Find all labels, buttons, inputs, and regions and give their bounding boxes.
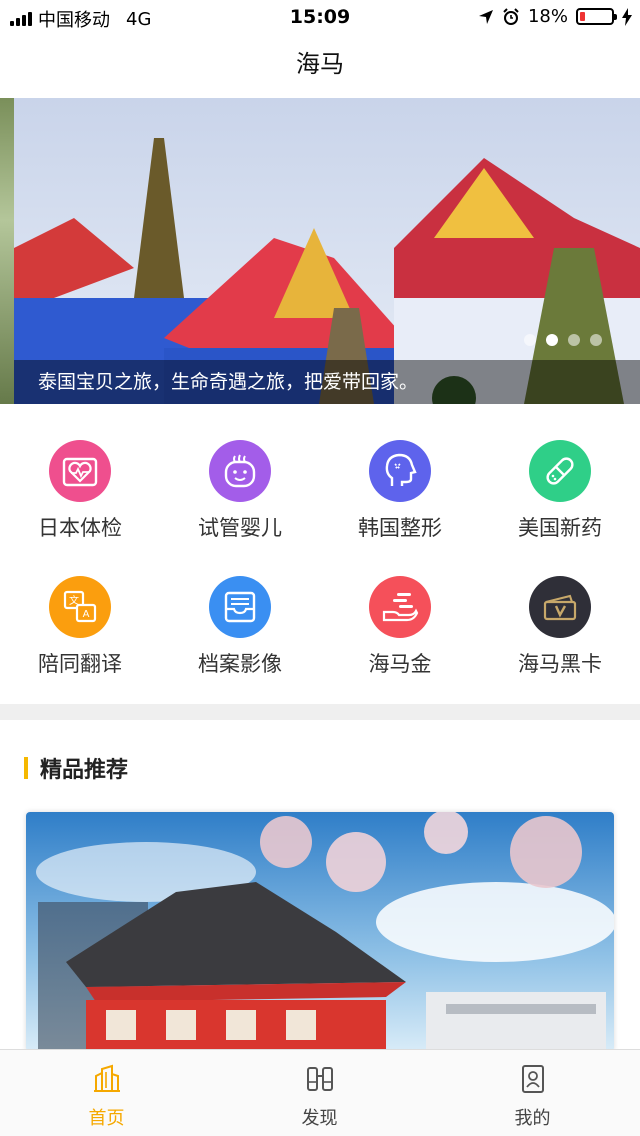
tab-discover[interactable]: 发现 xyxy=(213,1050,426,1136)
battery-level xyxy=(580,12,585,21)
face-profile-icon xyxy=(369,440,431,502)
status-right: 18% xyxy=(478,6,632,27)
recommendation-card[interactable] xyxy=(26,812,614,1052)
section-divider xyxy=(0,704,640,720)
service-label: 陪同翻译 xyxy=(38,652,122,676)
binoculars-icon xyxy=(306,1067,333,1091)
service-label: 档案影像 xyxy=(198,652,282,676)
service-label: 试管婴儿 xyxy=(198,516,282,540)
banner-carousel[interactable]: 泰国宝贝之旅，生命奇遇之旅，把爱带回家。 xyxy=(0,98,640,404)
service-japan-checkup[interactable]: 日本体检 xyxy=(0,420,160,550)
banner-image-thai-temple[interactable] xyxy=(14,98,640,404)
nav-bar: 海马 xyxy=(0,40,640,96)
service-haima-gold[interactable]: 海马金 xyxy=(320,556,480,686)
home-building-icon xyxy=(93,1064,120,1092)
banner-prev-slide-peek xyxy=(0,98,14,404)
carousel-dot[interactable] xyxy=(524,334,536,346)
service-label: 美国新药 xyxy=(518,516,602,540)
section-title: 精品推荐 xyxy=(40,758,129,783)
banner-caption: 泰国宝贝之旅，生命奇遇之旅，把爱带回家。 xyxy=(14,360,640,404)
charging-bolt-icon xyxy=(622,7,632,26)
service-translation[interactable]: 文A 陪同翻译 xyxy=(0,556,160,686)
service-ivf[interactable]: 试管婴儿 xyxy=(160,420,320,550)
battery-percent: 18% xyxy=(527,6,568,27)
service-label: 日本体检 xyxy=(38,516,122,540)
service-black-card[interactable]: 海马黑卡 xyxy=(480,556,640,686)
service-label: 海马黑卡 xyxy=(518,652,602,676)
heart-report-icon xyxy=(49,440,111,502)
pill-icon xyxy=(529,440,591,502)
tab-bar: 首页 发现 我的 xyxy=(0,1049,640,1136)
battery-icon xyxy=(576,8,617,25)
svg-text:文: 文 xyxy=(69,594,79,607)
service-grid: 日本体检 试管婴儿 韩国整形 美国新药 文A 陪同翻译 档案影像 海马金 海马黑… xyxy=(0,420,640,706)
section-header: 精品推荐 xyxy=(24,752,128,784)
translate-icon: 文A xyxy=(49,576,111,638)
tab-label: 我的 xyxy=(514,1108,551,1129)
service-label: 海马金 xyxy=(368,652,432,676)
archive-tray-icon xyxy=(209,576,271,638)
carousel-dot[interactable] xyxy=(590,334,602,346)
carousel-dots xyxy=(524,334,602,346)
tab-label: 发现 xyxy=(301,1108,338,1129)
tab-label: 首页 xyxy=(88,1108,125,1129)
profile-card-icon xyxy=(521,1065,544,1093)
recommendation-image-japan-shrine xyxy=(26,812,614,1052)
service-us-drugs[interactable]: 美国新药 xyxy=(480,420,640,550)
service-korea-plastic[interactable]: 韩国整形 xyxy=(320,420,480,550)
carousel-dot[interactable] xyxy=(568,334,580,346)
section-accent-bar xyxy=(24,757,28,779)
tab-mine[interactable]: 我的 xyxy=(426,1050,639,1136)
baby-face-icon xyxy=(209,440,271,502)
tab-home[interactable]: 首页 xyxy=(0,1050,213,1136)
black-card-icon xyxy=(529,576,591,638)
status-bar: 中国移动 4G 15:09 18% xyxy=(0,0,640,40)
page-title: 海马 xyxy=(296,50,344,78)
carousel-dot-active[interactable] xyxy=(546,334,558,346)
service-records-imaging[interactable]: 档案影像 xyxy=(160,556,320,686)
location-arrow-icon xyxy=(478,9,493,24)
coins-hand-icon xyxy=(369,576,431,638)
alarm-clock-icon xyxy=(503,7,519,25)
svg-text:A: A xyxy=(83,609,90,620)
service-label: 韩国整形 xyxy=(358,516,442,540)
